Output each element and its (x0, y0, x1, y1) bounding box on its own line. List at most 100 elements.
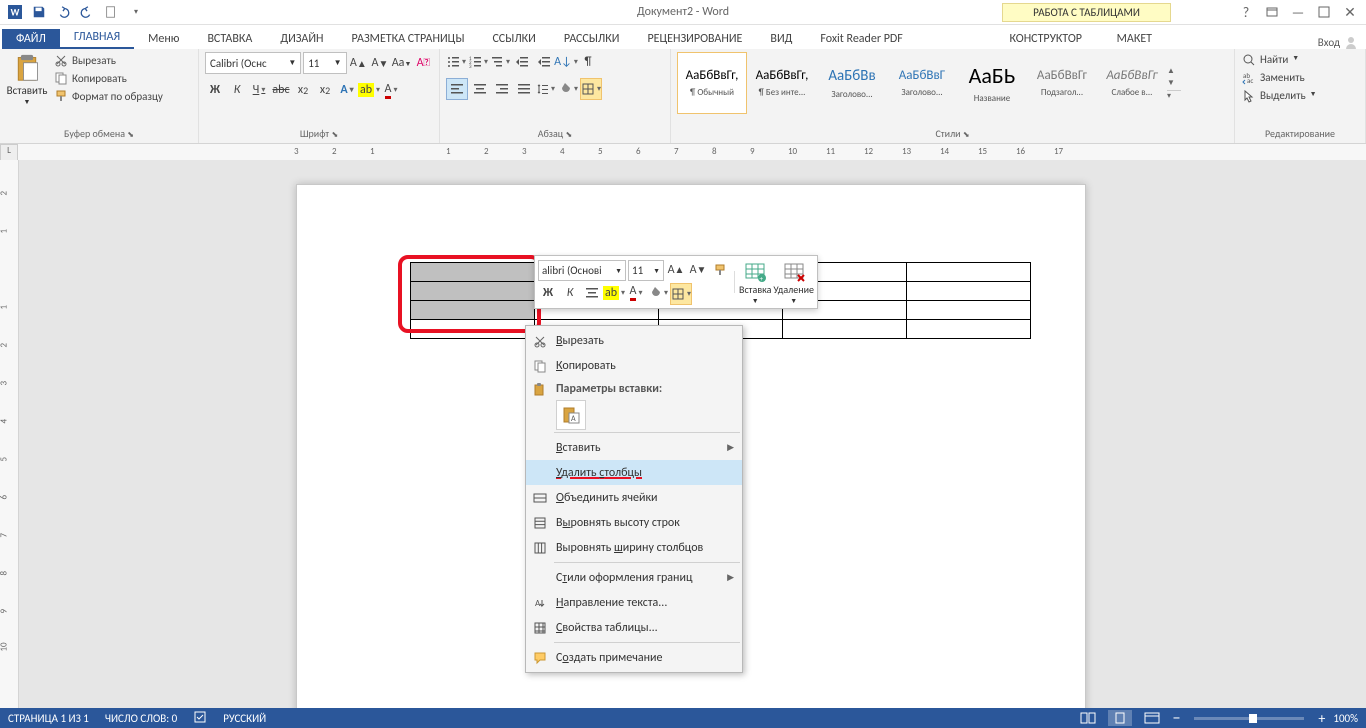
tab-home[interactable]: ГЛАВНАЯ (60, 27, 134, 49)
change-case-icon[interactable]: Aa▼ (392, 53, 412, 73)
ctx-distribute-rows[interactable]: Выровнять высоту строк (526, 510, 742, 535)
italic-button[interactable]: К (227, 80, 247, 100)
align-left-icon[interactable] (446, 78, 468, 100)
ctx-cut[interactable]: Вырезать (526, 328, 742, 353)
tab-file[interactable]: ФАЙЛ (2, 29, 60, 49)
style-item[interactable]: АаБбВвГг,¶ Обычный (677, 52, 747, 114)
strike-button[interactable]: abc (271, 80, 291, 100)
clear-format-icon[interactable]: A⃠ (413, 53, 433, 73)
sort-icon[interactable]: A↓ (556, 52, 576, 72)
view-read-icon[interactable] (1076, 710, 1100, 726)
close-icon[interactable]: ✕ (1338, 2, 1362, 22)
style-item[interactable]: АаБбВвГгСлабое в... (1097, 52, 1167, 114)
tab-table-design[interactable]: КОНСТРУКТОР (996, 29, 1096, 49)
maximize-icon[interactable] (1312, 2, 1336, 22)
styles-expand-icon[interactable]: ▲▼▾ (1167, 52, 1181, 114)
new-doc-icon[interactable] (100, 2, 122, 22)
styles-gallery[interactable]: АаБбВвГг,¶ ОбычныйАаБбВвГг,¶ Без инте...… (677, 52, 1228, 114)
mini-format-painter-icon[interactable] (710, 260, 730, 280)
ctx-new-comment[interactable]: Создать примечание (526, 645, 742, 670)
superscript-button[interactable]: x2 (315, 80, 335, 100)
zoom-level[interactable]: 100% (1333, 712, 1358, 725)
subscript-button[interactable]: x2 (293, 80, 313, 100)
tab-insert[interactable]: ВСТАВКА (193, 29, 266, 49)
bold-button[interactable]: Ж (205, 80, 225, 100)
view-web-icon[interactable] (1140, 710, 1164, 726)
status-page[interactable]: СТРАНИЦА 1 ИЗ 1 (8, 712, 89, 725)
font-name-selector[interactable]: Calibri (Оснс▼ (205, 52, 301, 74)
tab-table-layout[interactable]: МАКЕТ (1103, 29, 1166, 49)
mini-shading-icon[interactable] (648, 283, 668, 303)
minimize-icon[interactable]: — (1286, 2, 1310, 22)
style-item[interactable]: АаБбВвГгПодзагол... (1027, 52, 1097, 114)
style-item[interactable]: АаБбВвГг,¶ Без инте... (747, 52, 817, 114)
help-icon[interactable]: ? (1234, 2, 1258, 22)
highlight-icon[interactable]: ab (359, 80, 379, 100)
mini-insert-button[interactable]: +Вставка▼ (739, 259, 771, 305)
format-painter-button[interactable]: Формат по образцу (52, 88, 165, 104)
borders-icon[interactable] (580, 78, 602, 100)
paste-button[interactable]: Вставить ▼ (6, 52, 48, 106)
save-icon[interactable] (28, 2, 50, 22)
tab-page-layout[interactable]: РАЗМЕТКА СТРАНИЦЫ (338, 29, 479, 49)
mini-shrink-font-icon[interactable]: A▼ (688, 260, 708, 280)
select-button[interactable]: Выделить ▼ (1241, 88, 1359, 104)
tab-design[interactable]: ДИЗАЙН (266, 29, 337, 49)
indent-icon[interactable] (534, 52, 554, 72)
mini-bold-button[interactable]: Ж (538, 283, 558, 303)
text-effects-icon[interactable]: A (337, 80, 357, 100)
status-proof-icon[interactable] (193, 710, 207, 727)
numbering-icon[interactable]: 123 (468, 52, 488, 72)
align-right-icon[interactable] (492, 79, 512, 99)
tab-mailings[interactable]: РАССЫЛКИ (550, 29, 634, 49)
style-item[interactable]: АаБбВвГЗаголово... (887, 52, 957, 114)
mini-delete-button[interactable]: Удаление▼ (773, 259, 814, 305)
ctx-paste-option[interactable]: A (556, 400, 586, 430)
font-color-icon[interactable]: A (381, 80, 401, 100)
mini-size-selector[interactable]: 11▼ (628, 260, 664, 281)
copy-button[interactable]: Копировать (52, 70, 165, 86)
ctx-text-direction[interactable]: AНаправление текста... (526, 590, 742, 615)
style-item[interactable]: АаБЬНазвание (957, 52, 1027, 114)
ctx-merge-cells[interactable]: Объединить ячейки (526, 485, 742, 510)
multilevel-icon[interactable] (490, 52, 510, 72)
tab-review[interactable]: РЕЦЕНЗИРОВАНИЕ (633, 29, 756, 49)
mini-align-icon[interactable] (582, 283, 602, 303)
zoom-in-button[interactable]: + (1318, 710, 1325, 727)
view-print-icon[interactable] (1108, 710, 1132, 726)
replace-button[interactable]: abacЗаменить (1241, 70, 1359, 86)
login-button[interactable]: Вход (1318, 35, 1358, 49)
align-justify-icon[interactable] (514, 79, 534, 99)
shrink-font-icon[interactable]: A▼ (370, 53, 390, 73)
vertical-ruler[interactable]: 2 1 1 2 3 4 5 6 7 8 9 10 (0, 160, 19, 708)
font-size-selector[interactable]: 11▼ (303, 52, 346, 74)
mini-highlight-icon[interactable]: ab (604, 283, 624, 303)
ribbon-options-icon[interactable] (1260, 2, 1284, 22)
outdent-icon[interactable] (512, 52, 532, 72)
zoom-out-button[interactable]: − (1172, 709, 1180, 728)
ctx-insert[interactable]: Вставить▶ (526, 435, 742, 460)
tab-menu[interactable]: Меню (134, 29, 193, 49)
underline-button[interactable]: Ч (249, 80, 269, 100)
ctx-distribute-cols[interactable]: Выровнять ширину столбцов (526, 535, 742, 560)
status-language[interactable]: РУССКИЙ (223, 712, 266, 725)
cut-button[interactable]: Вырезать (52, 52, 165, 68)
mini-italic-button[interactable]: К (560, 283, 580, 303)
mini-font-selector[interactable]: alibri (Основі▼ (538, 260, 626, 281)
show-marks-icon[interactable]: ¶ (578, 52, 598, 72)
zoom-slider[interactable] (1194, 717, 1304, 720)
mini-grow-font-icon[interactable]: A▲ (666, 260, 686, 280)
line-spacing-icon[interactable] (536, 79, 556, 99)
tab-references[interactable]: ССЫЛКИ (478, 29, 549, 49)
qat-dropdown-icon[interactable] (124, 2, 146, 22)
shading-icon[interactable] (558, 79, 578, 99)
find-button[interactable]: Найти ▼ (1241, 52, 1359, 68)
ctx-table-properties[interactable]: Свойства таблицы... (526, 615, 742, 640)
mini-borders-icon[interactable] (670, 283, 692, 305)
grow-font-icon[interactable]: A▲ (349, 53, 369, 73)
align-center-icon[interactable] (470, 79, 490, 99)
ctx-copy[interactable]: Копировать (526, 353, 742, 378)
tab-foxit[interactable]: Foxit Reader PDF (806, 29, 916, 49)
bullets-icon[interactable] (446, 52, 466, 72)
tab-view[interactable]: ВИД (756, 29, 806, 49)
